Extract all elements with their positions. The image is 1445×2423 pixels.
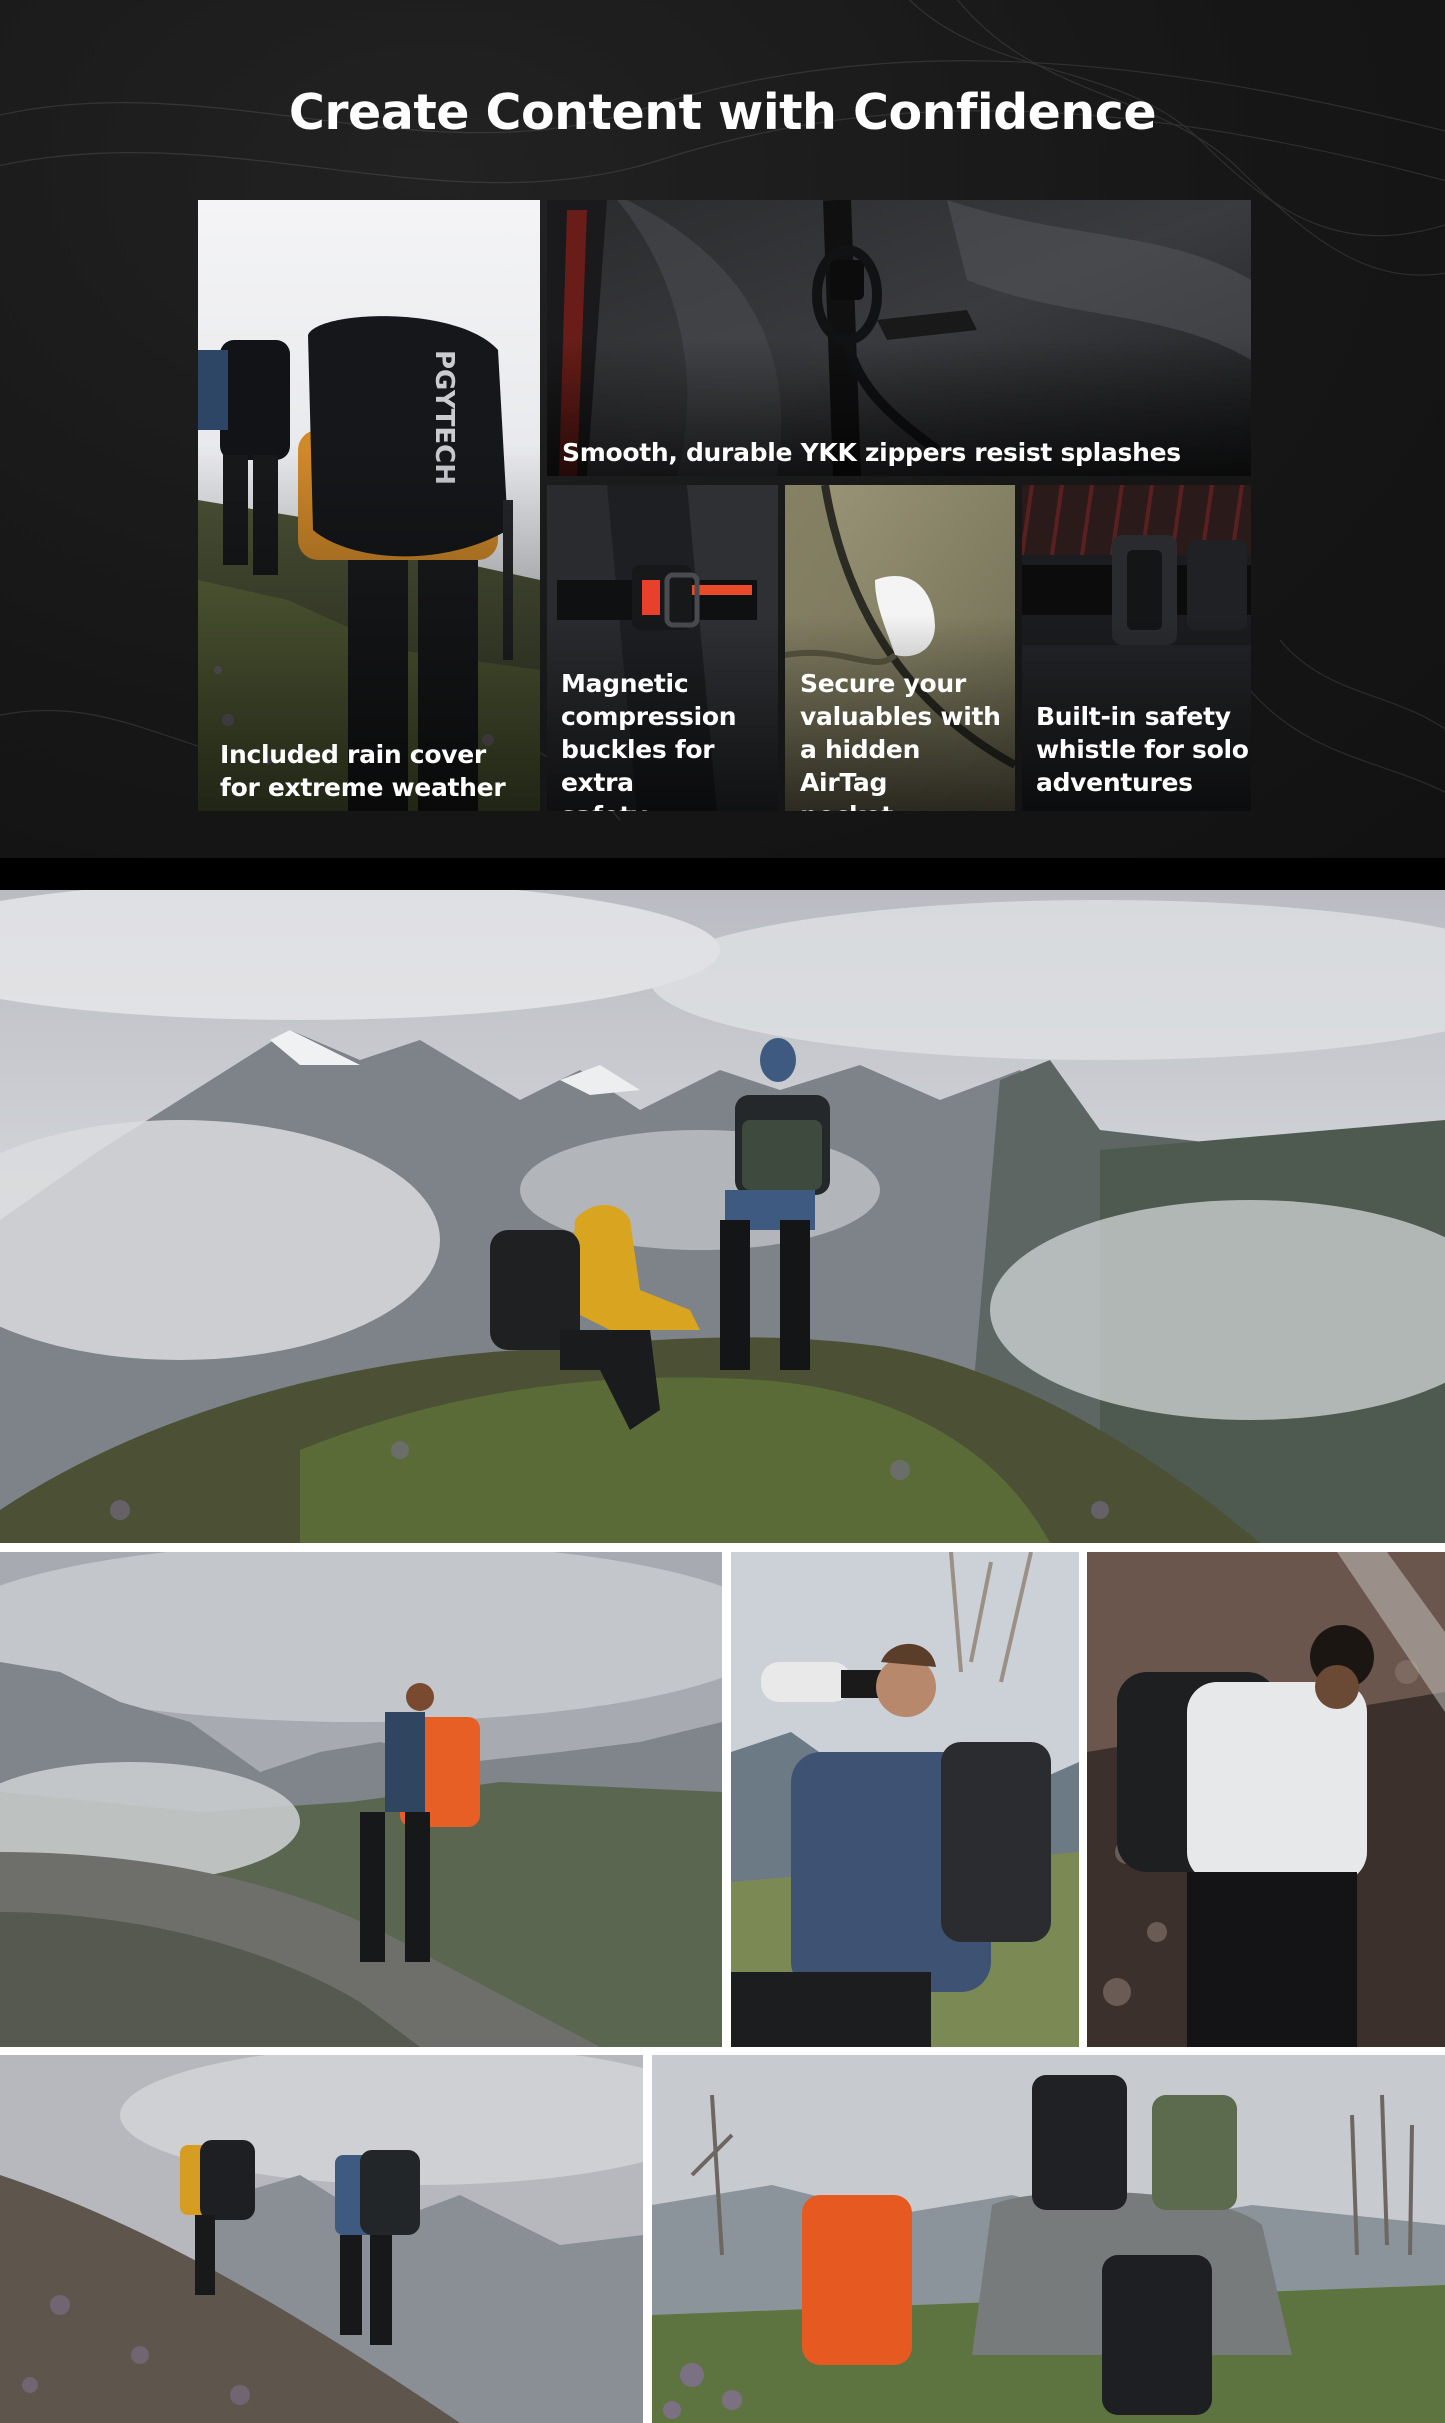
- feature-tile-safety-whistle: Built-in safety whistle for solo adventu…: [1022, 485, 1251, 811]
- feature-tile-airtag-pocket: Secure your valuables with a hidden AirT…: [785, 485, 1015, 811]
- feature-tile-ykk-zippers: Smooth, durable YKK zippers resist splas…: [547, 200, 1251, 476]
- feature-caption-airtag-pocket: Secure your valuables with a hidden AirT…: [800, 667, 1015, 811]
- feature-caption-rain-cover: Included rain cover for extreme weather: [220, 738, 506, 804]
- feature-caption-magnetic-buckles: Magnetic compression buckles for extra s…: [561, 667, 778, 811]
- section-heading: Create Content with Confidence: [288, 84, 1157, 141]
- gallery-photo-backpack-lineup: [652, 2055, 1445, 2423]
- gallery-photo-photographer-telephoto: [731, 1552, 1079, 2047]
- two-hikers-image: [0, 2055, 643, 2423]
- backpack-lineup-image: [652, 2055, 1445, 2423]
- hiker-white-jacket-image: [1087, 1552, 1445, 2047]
- hiker-orange-pack-image: [0, 1552, 722, 2047]
- caption-line: for extreme weather: [220, 773, 506, 802]
- feature-tile-magnetic-buckles: Magnetic compression buckles for extra s…: [547, 485, 778, 811]
- caption-line: buckles for extra: [561, 735, 715, 797]
- gallery-photo-hero-mountain-ridge: [0, 890, 1445, 1543]
- photographer-image: [731, 1552, 1079, 2047]
- gallery-photo-hiker-orange-pack: [0, 1552, 722, 2047]
- features-section: Create Content with Confidence PGYTECH I…: [0, 0, 1445, 858]
- caption-line: whistle for solo: [1036, 735, 1249, 764]
- caption-line: Built-in safety: [1036, 702, 1231, 731]
- caption-line: safety: [561, 799, 778, 811]
- section-divider: [0, 858, 1445, 890]
- gallery-photo-two-hikers-slope: [0, 2055, 643, 2423]
- hero-mountain-image: [0, 890, 1445, 1543]
- caption-line: Secure your: [800, 669, 966, 698]
- feature-tile-rain-cover: PGYTECH Included rain cover for extreme …: [198, 200, 540, 811]
- caption-line: pocket: [800, 799, 1015, 811]
- caption-line: compression: [561, 702, 737, 731]
- caption-line: Included rain cover: [220, 740, 486, 769]
- caption-line: a hidden AirTag: [800, 735, 921, 797]
- feature-caption-ykk-zippers: Smooth, durable YKK zippers resist splas…: [562, 436, 1181, 469]
- caption-line: valuables with: [800, 702, 1001, 731]
- feature-caption-safety-whistle: Built-in safety whistle for solo adventu…: [1036, 700, 1249, 799]
- gallery-photo-hiker-white-jacket: [1087, 1552, 1445, 2047]
- caption-line: Smooth, durable YKK zippers resist splas…: [562, 438, 1181, 467]
- caption-line: adventures: [1036, 768, 1193, 797]
- caption-line: Magnetic: [561, 669, 689, 698]
